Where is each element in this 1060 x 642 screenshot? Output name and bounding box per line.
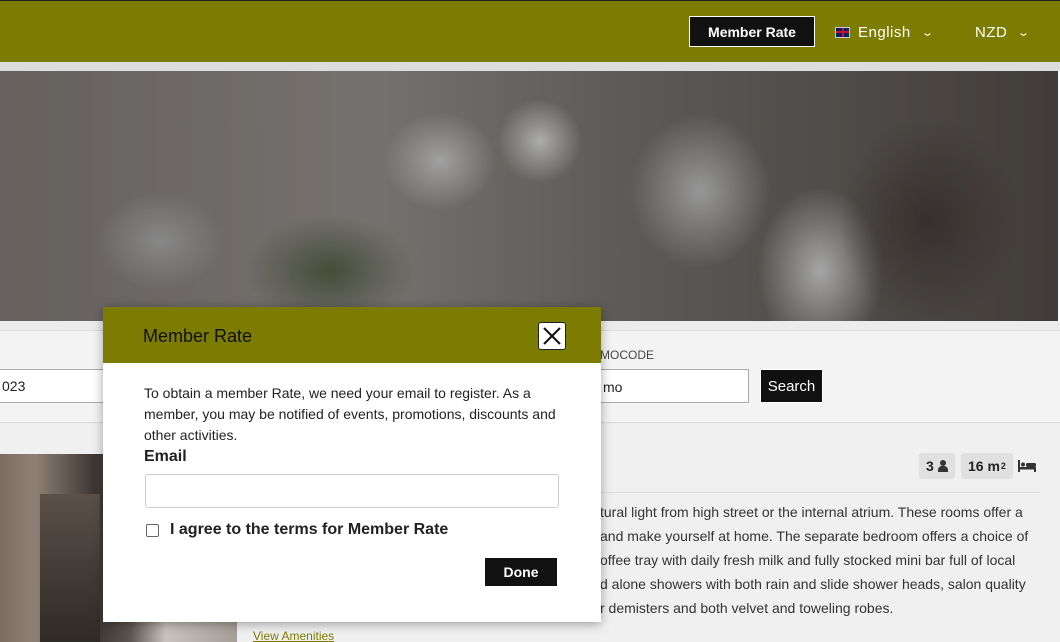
hero-image	[0, 71, 1060, 321]
view-amenities-link[interactable]: View Amenities	[253, 629, 334, 642]
agree-label[interactable]: I agree to the terms for Member Rate	[170, 521, 448, 539]
header-divider	[0, 62, 1060, 71]
chevron-down-icon: ⌄	[920, 26, 935, 39]
description-line: and make yourself at home. The separate …	[600, 528, 1029, 544]
close-icon	[543, 327, 561, 345]
currency-selector[interactable]: NZD ⌄	[975, 21, 1031, 43]
room-size-badge: 16 m2	[961, 453, 1013, 479]
modal-description: To obtain a member Rate, we need your em…	[144, 385, 556, 443]
modal-header: Member Rate	[103, 307, 601, 363]
language-selector[interactable]: English ⌄	[835, 21, 935, 43]
close-button[interactable]	[538, 322, 566, 350]
room-size: 16 m	[968, 458, 1000, 474]
description-line: r demisters and both velvet and toweling…	[600, 600, 894, 616]
room-size-unit-sup: 2	[1000, 461, 1006, 471]
done-button[interactable]: Done	[484, 557, 558, 587]
email-field[interactable]	[145, 474, 559, 508]
description-line: d alone showers with both rain and slide…	[600, 576, 1026, 592]
listing-divider	[600, 492, 1040, 493]
top-navigation-bar: Member Rate English ⌄ NZD ⌄	[0, 0, 1060, 62]
promocode-label: MOCODE	[600, 348, 654, 362]
uk-flag-icon	[835, 26, 850, 38]
chevron-down-icon: ⌄	[1017, 26, 1031, 39]
promocode-input[interactable]: mo	[596, 369, 749, 403]
guests-count: 3	[926, 458, 934, 474]
agree-checkbox[interactable]	[146, 524, 159, 537]
person-icon	[937, 460, 948, 472]
description-line: tural light from high street or the inte…	[600, 504, 1023, 520]
modal-title: Member Rate	[143, 326, 253, 346]
checkout-date-field[interactable]: 023	[0, 369, 115, 403]
search-button[interactable]: Search	[760, 369, 823, 403]
member-rate-modal: Member Rate To obtain a member Rate, we …	[103, 307, 601, 622]
email-label: Email	[144, 448, 187, 465]
hero-overlay	[0, 71, 1058, 321]
date-value: 023	[2, 378, 26, 394]
description-line: offee tray with daily fresh milk and ful…	[600, 552, 1016, 568]
room-description: tural light from high street or the inte…	[600, 500, 1040, 620]
bed-icon	[1018, 460, 1036, 472]
language-label: English	[858, 23, 911, 41]
member-rate-button[interactable]: Member Rate	[689, 16, 815, 47]
guests-badge: 3	[919, 453, 955, 479]
currency-label: NZD	[975, 23, 1008, 41]
